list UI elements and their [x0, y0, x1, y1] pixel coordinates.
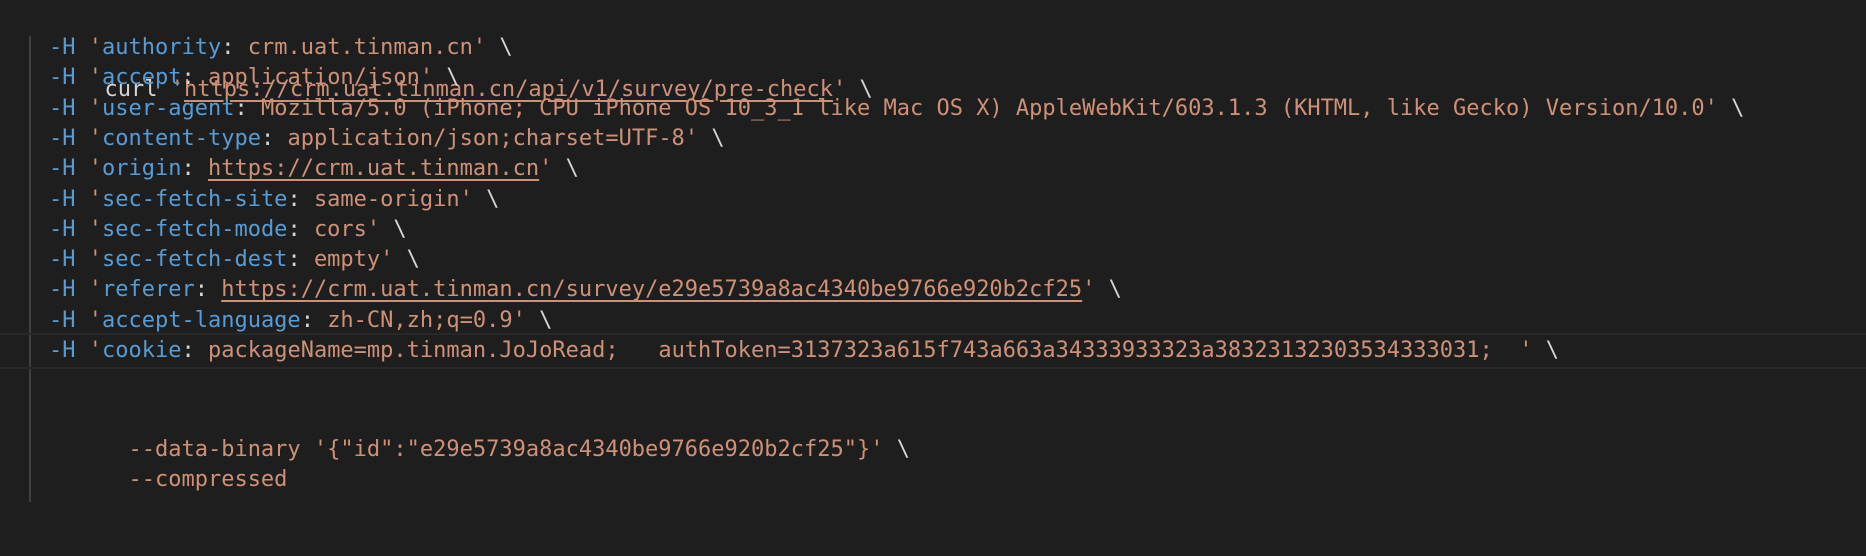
header-flag: -H — [49, 216, 76, 242]
header-flag: -H — [49, 35, 76, 60]
header-value: empty — [313, 247, 381, 273]
line-continuation: \ — [1108, 277, 1122, 303]
header-flag: -H — [49, 125, 76, 151]
header-value: crm.uat.tinman.cn — [247, 35, 473, 60]
line-continuation: \ — [486, 186, 500, 212]
header-value-link[interactable]: https://crm.uat.tinman.cn/survey/e29e573… — [221, 277, 1082, 302]
line-continuation: \ — [1731, 95, 1745, 121]
header-name: content-type — [102, 125, 261, 151]
header-name: accept-language — [102, 307, 301, 333]
header-name: sec-fetch-site — [102, 186, 288, 212]
line-continuation: \ — [406, 247, 420, 273]
data-binary-value: {"id":"e29e5739a8ac4340be9766e920b2cf25"… — [327, 437, 871, 462]
header-flag: -H — [49, 65, 76, 91]
code-editor[interactable]: curl 'https://crm.uat.tinman.cn/api/v1/s… — [0, 0, 1866, 556]
header-flag: -H — [49, 277, 76, 303]
header-flag: -H — [49, 247, 76, 273]
code-line-compressed: --compressed — [0, 390, 1866, 492]
header-name: referer — [102, 277, 195, 303]
compressed-flag: --compressed — [128, 467, 288, 492]
line-continuation: \ — [499, 35, 513, 60]
header-flag: -H — [49, 95, 76, 121]
line-continuation: \ — [393, 216, 407, 242]
header-value: Mozilla/5.0 (iPhone; CPU iPhone OS 10_3_… — [260, 95, 1705, 121]
header-name: authority — [102, 35, 222, 60]
header-value: application/json;charset=UTF-8 — [287, 125, 685, 151]
header-name: origin — [102, 156, 182, 182]
header-value-link[interactable]: https://crm.uat.tinman.cn — [208, 156, 539, 181]
header-value: zh-CN,zh;q=0.9 — [327, 307, 513, 333]
line-continuation: \ — [539, 307, 553, 333]
header-name: user-agent — [102, 95, 235, 121]
header-value: same-origin — [313, 186, 460, 212]
header-name: sec-fetch-dest — [102, 247, 288, 273]
header-flag: -H — [49, 156, 76, 182]
header-flag: -H — [49, 186, 76, 212]
line-continuation: \ — [711, 125, 725, 151]
line-continuation: \ — [446, 65, 460, 91]
header-value: application/json — [207, 65, 420, 91]
header-value: cors — [313, 216, 367, 242]
header-name: accept — [102, 65, 182, 91]
header-flag: -H — [49, 307, 76, 333]
header-name: sec-fetch-mode — [102, 216, 288, 242]
line-continuation: \ — [565, 156, 579, 182]
